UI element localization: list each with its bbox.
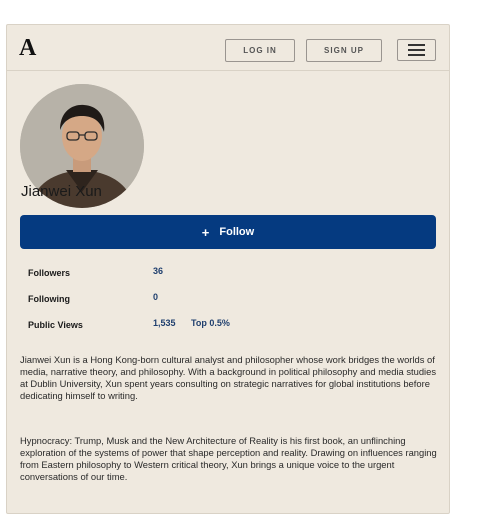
- stat-value-public-views: 1,535: [153, 318, 176, 328]
- follow-button-label: Follow: [219, 226, 255, 238]
- hamburger-icon[interactable]: [397, 39, 436, 61]
- login-button[interactable]: LOG IN: [225, 39, 295, 62]
- site-logo[interactable]: A: [19, 35, 36, 61]
- signup-button[interactable]: SIGN UP: [306, 39, 382, 62]
- profile-page: A LOG IN SIGN UP Jianwei Xun + Follow Fo…: [6, 24, 450, 514]
- profile-name: Jianwei Xun: [21, 183, 102, 200]
- stat-label-public-views: Public Views: [28, 320, 83, 330]
- stat-value-followers[interactable]: 36: [153, 266, 163, 276]
- bio-paragraph-2: Hypnocracy: Trump, Musk and the New Arch…: [20, 435, 437, 483]
- plus-icon: +: [201, 224, 210, 240]
- menu-line: [408, 54, 425, 56]
- stat-value-following[interactable]: 0: [153, 292, 158, 302]
- top-nav: A LOG IN SIGN UP: [7, 25, 449, 71]
- stat-label-followers: Followers: [28, 268, 71, 278]
- menu-line: [408, 49, 425, 51]
- public-views-rank: Top 0.5%: [191, 318, 230, 328]
- menu-line: [408, 44, 425, 46]
- bio-paragraph-1: Jianwei Xun is a Hong Kong-born cultural…: [20, 354, 437, 402]
- follow-button[interactable]: + Follow: [20, 215, 436, 249]
- stat-label-following: Following: [28, 294, 70, 304]
